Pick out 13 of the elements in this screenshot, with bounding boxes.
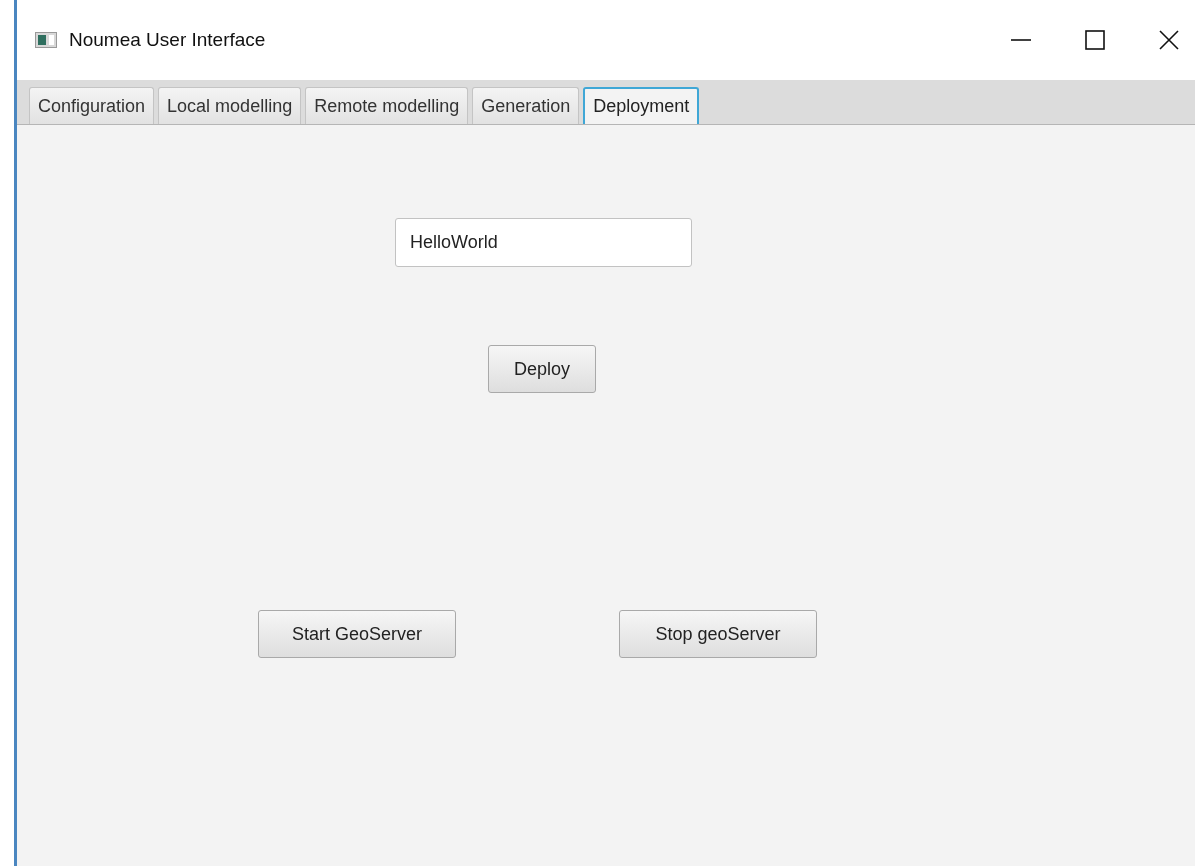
tab[interactable]: Generation bbox=[472, 87, 580, 124]
deploy-button[interactable]: Deploy bbox=[488, 345, 596, 393]
app-icon bbox=[35, 32, 57, 48]
tab[interactable]: Configuration bbox=[29, 87, 155, 124]
maximize-icon[interactable] bbox=[1083, 28, 1107, 52]
close-icon[interactable] bbox=[1157, 28, 1181, 52]
tab[interactable]: Deployment bbox=[583, 87, 700, 124]
tab[interactable]: Local modelling bbox=[158, 87, 302, 124]
server-button[interactable]: Stop geoServer bbox=[619, 610, 817, 658]
tab[interactable]: Remote modelling bbox=[305, 87, 469, 124]
server-button[interactable]: Start GeoServer bbox=[258, 610, 456, 658]
input-field[interactable]: HelloWorld bbox=[395, 218, 692, 267]
window-title: Noumea User Interface bbox=[69, 29, 267, 51]
